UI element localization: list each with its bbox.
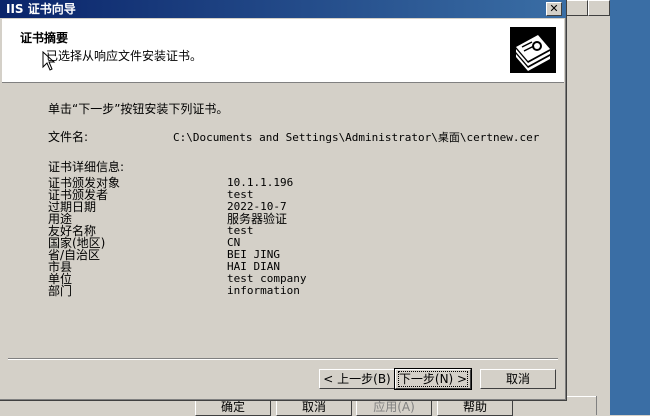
page-title: 证书摘要 <box>20 31 69 45</box>
instruction-text: 单击“下一步”按钮安装下列证书。 <box>48 102 229 116</box>
close-button[interactable]: ✕ <box>546 2 562 16</box>
detail-value-department: information <box>227 284 300 297</box>
detail-label-department: 部门 <box>48 284 73 298</box>
certificate-details-heading: 证书详细信息: <box>48 160 125 174</box>
iis-certificate-wizard-dialog: IIS 证书向导 ✕ 证书摘要 已选择从响应文件安装证书。 单击“下一步”按钮安… <box>0 0 567 401</box>
back-button[interactable]: < 上一步(B) <box>319 369 395 389</box>
background-window-close-button[interactable] <box>588 0 610 16</box>
next-button[interactable]: 下一步(N) > <box>394 368 472 390</box>
window-title: IIS 证书向导 <box>6 2 76 16</box>
page-subtitle: 已选择从响应文件安装证书。 <box>46 49 203 63</box>
title-bar[interactable]: IIS 证书向导 ✕ <box>0 0 566 18</box>
file-name-value: C:\Documents and Settings\Administrator\… <box>173 131 540 144</box>
desktop-background <box>610 0 650 415</box>
button-separator <box>8 358 558 360</box>
close-icon: ✕ <box>549 2 559 15</box>
cancel-button-label: 取消 <box>505 372 530 386</box>
background-scrollbar[interactable] <box>596 396 611 415</box>
file-name-label: 文件名: <box>48 130 89 144</box>
next-button-label: 下一步(N) > <box>397 371 469 387</box>
back-button-label: < 上一步(B) <box>323 372 391 386</box>
wizard-header: 证书摘要 已选择从响应文件安装证书。 <box>2 19 564 83</box>
cancel-button[interactable]: 取消 <box>480 369 556 389</box>
background-window-button[interactable] <box>566 0 588 16</box>
wizard-body: 单击“下一步”按钮安装下列证书。 文件名: C:\Documents and S… <box>0 84 566 354</box>
certificate-icon <box>510 27 556 73</box>
